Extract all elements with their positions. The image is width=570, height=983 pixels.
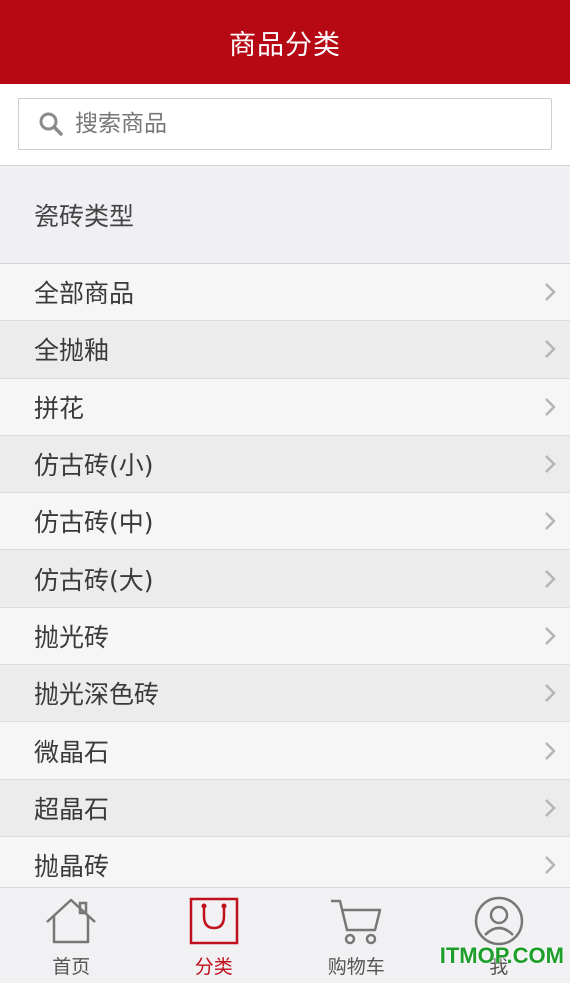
home-icon	[43, 894, 99, 948]
shopping-bag-icon	[186, 894, 242, 948]
category-item[interactable]: 抛晶砖	[0, 836, 570, 887]
category-label: 全部商品	[34, 279, 135, 309]
category-label: 仿古砖(大)	[34, 565, 154, 595]
tab-cart[interactable]: 购物车	[285, 888, 428, 983]
section-title: 瓷砖类型	[34, 201, 135, 231]
cart-icon	[328, 894, 384, 948]
tab-category[interactable]: 分类	[143, 888, 286, 983]
category-label: 抛光砖	[34, 622, 110, 652]
category-label: 仿古砖(小)	[34, 451, 154, 481]
search-icon	[37, 110, 65, 138]
search-box[interactable]	[18, 98, 552, 150]
page-title: 商品分类	[229, 29, 341, 61]
category-item[interactable]: 仿古砖(小)	[0, 435, 570, 494]
category-label: 超晶石	[34, 794, 110, 824]
tab-home[interactable]: 首页	[0, 888, 143, 983]
user-icon	[471, 894, 527, 948]
chevron-right-icon	[542, 625, 558, 647]
chevron-right-icon	[542, 797, 558, 819]
chevron-right-icon	[542, 338, 558, 360]
tab-label: 首页	[52, 956, 91, 978]
tab-label: 购物车	[327, 956, 385, 978]
category-label: 全抛釉	[34, 336, 110, 366]
search-bar	[0, 84, 570, 166]
watermark: ITMOP.COM	[439, 943, 564, 968]
category-item[interactable]: 全抛釉	[0, 321, 570, 379]
chevron-right-icon	[542, 396, 558, 418]
tab-label: 分类	[194, 956, 233, 978]
category-item[interactable]: 微晶石	[0, 722, 570, 780]
chevron-right-icon	[542, 453, 558, 475]
category-item[interactable]: 全部商品	[0, 264, 570, 322]
chevron-right-icon	[542, 740, 558, 762]
chevron-right-icon	[542, 510, 558, 532]
section-header: 瓷砖类型	[0, 166, 570, 264]
app-header: 商品分类	[0, 0, 570, 84]
search-input[interactable]	[75, 99, 551, 149]
category-label: 拼花	[34, 393, 85, 423]
category-item[interactable]: 仿古砖(中)	[0, 493, 570, 551]
category-label: 微晶石	[34, 737, 110, 767]
category-item[interactable]: 仿古砖(大)	[0, 550, 570, 608]
chevron-right-icon	[542, 281, 558, 303]
category-item[interactable]: 抛光深色砖	[0, 665, 570, 723]
category-label: 抛光深色砖	[34, 680, 160, 710]
chevron-right-icon	[542, 854, 558, 876]
category-label: 抛晶砖	[34, 852, 110, 882]
category-label: 仿古砖(中)	[34, 508, 154, 538]
category-item[interactable]: 抛光砖	[0, 607, 570, 666]
category-item[interactable]: 超晶石	[0, 779, 570, 837]
chevron-right-icon	[542, 568, 558, 590]
chevron-right-icon	[542, 682, 558, 704]
category-item[interactable]: 拼花	[0, 378, 570, 436]
category-list: 全部商品 全抛釉 拼花 仿古砖(小) 仿古砖(中) 仿古砖(大) 抛光砖 抛光深…	[0, 264, 570, 887]
